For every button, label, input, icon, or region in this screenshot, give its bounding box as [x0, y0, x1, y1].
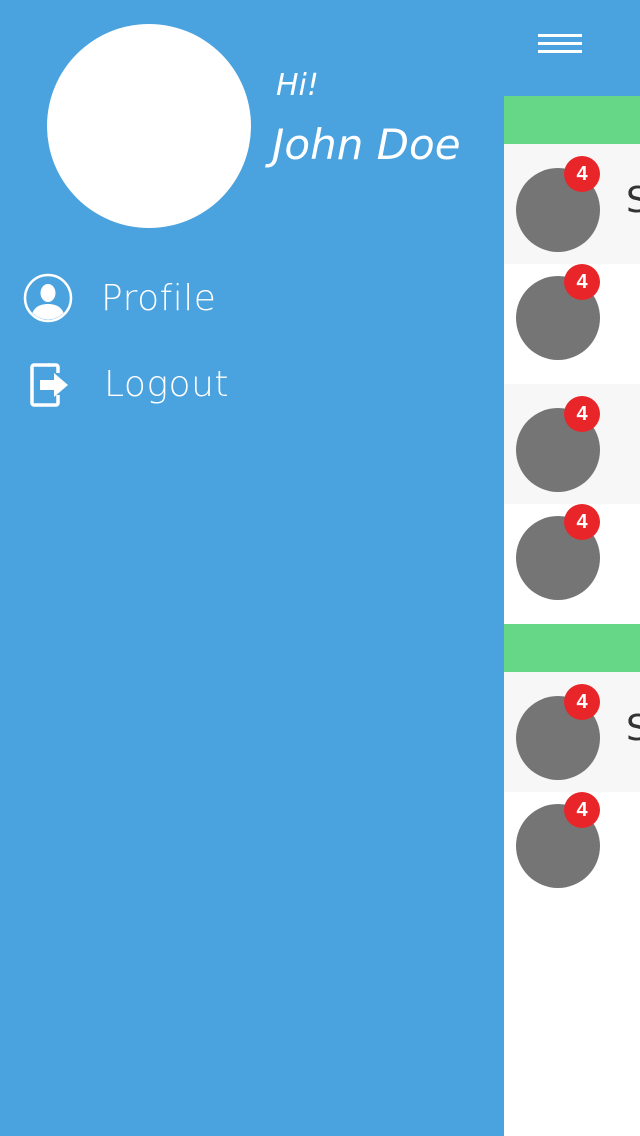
unread-badge: 4: [564, 396, 600, 432]
list-item[interactable]: 4 S: [504, 144, 640, 264]
main-content: 4 S 4 4 4 4 S 4: [504, 0, 640, 1136]
list-item[interactable]: 4: [504, 504, 640, 624]
unread-badge: 4: [564, 792, 600, 828]
section-header: [504, 96, 640, 144]
menu-label-logout: Logout: [104, 363, 230, 405]
list-item-title: S: [626, 708, 640, 749]
user-name: John Doe: [272, 120, 461, 169]
side-drawer: Hi! John Doe Profile Logout: [0, 0, 504, 1136]
unread-badge: 4: [564, 264, 600, 300]
list-item[interactable]: 4: [504, 384, 640, 504]
menu-label-profile: Profile: [101, 277, 217, 319]
list-item[interactable]: 4 S: [504, 672, 640, 792]
logout-icon: [30, 363, 68, 407]
list-item[interactable]: 4: [504, 264, 640, 384]
greeting-text: Hi!: [276, 68, 319, 103]
list-item[interactable]: 4: [504, 792, 640, 912]
hamburger-icon[interactable]: [538, 34, 582, 58]
profile-avatar[interactable]: [47, 24, 251, 228]
top-bar: [504, 0, 640, 96]
list-item-title: S: [626, 180, 640, 221]
user-icon: [23, 273, 73, 323]
app-screen: Hi! John Doe Profile Logout 4 S 4 4 4 4 …: [0, 0, 640, 1136]
menu-item-logout[interactable]: Logout: [0, 344, 504, 424]
unread-badge: 4: [564, 156, 600, 192]
unread-badge: 4: [564, 504, 600, 540]
section-header: [504, 624, 640, 672]
unread-badge: 4: [564, 684, 600, 720]
menu-item-profile[interactable]: Profile: [0, 258, 504, 338]
